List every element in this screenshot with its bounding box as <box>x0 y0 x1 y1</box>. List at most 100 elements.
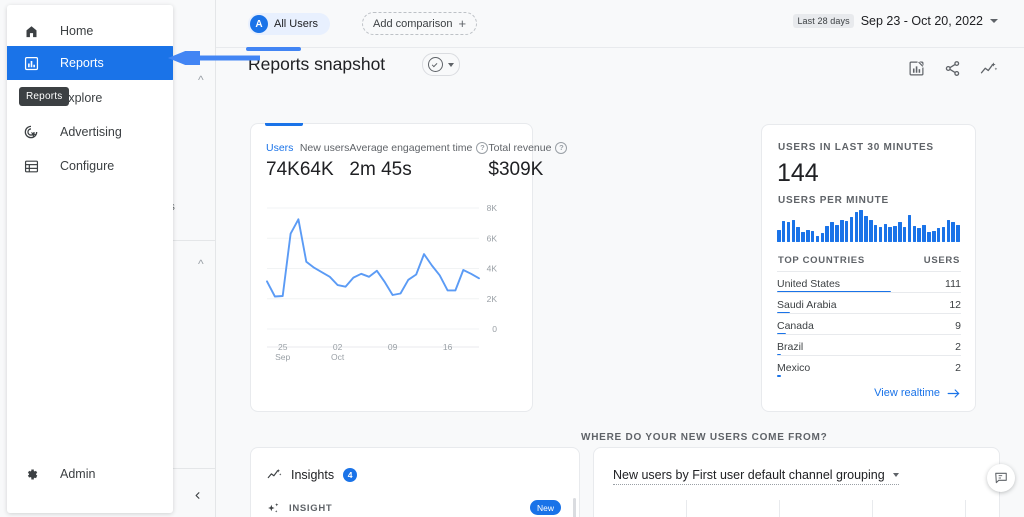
svg-text:2K: 2K <box>487 294 498 304</box>
date-range-value: Sep 23 - Oct 20, 2022 <box>860 14 983 28</box>
country-user-count: 111 <box>945 278 961 290</box>
sparkline-bar <box>873 224 878 242</box>
new-users-by-channel-card: New users by First user default channel … <box>593 447 1000 517</box>
edit-comparison-icon[interactable] <box>907 59 926 78</box>
sparkline-bar <box>859 210 863 242</box>
nav-label: Configure <box>60 159 115 173</box>
svg-text:6K: 6K <box>487 233 498 243</box>
metric-value: 64K <box>299 159 334 180</box>
view-realtime-label: View realtime <box>874 387 940 399</box>
top-country-row[interactable]: United States 111 <box>777 271 961 293</box>
sparkline-bar <box>844 221 849 242</box>
metric-users[interactable]: Users 74K <box>266 142 300 181</box>
metric-total-revenue[interactable]: Total revenue ? $309K <box>488 142 568 181</box>
insights-title: Insights <box>291 467 335 482</box>
collapse-navigation-button[interactable] <box>182 480 212 510</box>
sparkline-bar <box>810 230 815 242</box>
sparkline-bar <box>878 227 883 242</box>
realtime-card: USERS IN LAST 30 MINUTES 144 USERS PER M… <box>761 124 976 412</box>
top-country-row[interactable]: Mexico 2 <box>777 355 961 377</box>
country-name: Canada <box>777 320 814 332</box>
page-title: Reports snapshot <box>248 54 386 74</box>
svg-text:8K: 8K <box>487 203 498 213</box>
country-name: Mexico <box>777 362 811 374</box>
metric-label: Users <box>266 142 294 154</box>
users-col-label: USERS <box>923 255 960 266</box>
top-country-row[interactable]: Brazil 2 <box>777 334 961 356</box>
share-icon[interactable] <box>943 59 962 78</box>
sparkline-bar <box>932 230 936 242</box>
x-axis-tick-label: 16 <box>442 342 453 352</box>
top-country-row[interactable]: Canada 9 <box>777 313 961 335</box>
view-realtime-link[interactable]: View realtime <box>874 387 961 399</box>
metric-value: $309K <box>488 159 544 180</box>
date-range-badge: Last 28 days <box>793 14 854 28</box>
gridline <box>872 500 873 517</box>
chevron-down-icon <box>990 19 998 23</box>
sparkline-bar <box>956 224 960 242</box>
sparkline-bar <box>864 216 868 242</box>
nav-item-advertising[interactable]: Advertising <box>7 115 122 149</box>
info-icon[interactable]: ? <box>476 142 489 154</box>
sparkline-bar <box>781 221 786 242</box>
sparkline-bar <box>888 227 892 242</box>
metric-value: 74K <box>266 159 300 180</box>
metric-value: 2m 45s <box>349 159 412 180</box>
chevron-up-icon[interactable]: ^ <box>198 74 204 86</box>
channel-dimension-selector[interactable]: New users by First user default channel … <box>613 468 899 485</box>
sparkline-bar <box>854 212 859 242</box>
sparkline-bar <box>927 232 931 242</box>
sparkle-icon <box>268 503 279 513</box>
feedback-button[interactable] <box>987 464 1015 492</box>
country-user-count: 9 <box>955 320 961 332</box>
sparkline-bar <box>786 222 791 242</box>
users-per-minute-sparkline <box>777 210 960 242</box>
audience-chip-all-users[interactable]: A All Users <box>248 13 331 35</box>
home-icon <box>21 24 41 39</box>
nav-label: Admin <box>60 467 96 481</box>
users-line-chart[interactable]: 0 2K 4K 6K 8K <box>251 196 534 356</box>
sparkline-bar <box>946 219 951 242</box>
insights-scrollbar[interactable] <box>573 498 576 517</box>
report-actions <box>907 59 998 78</box>
x-axis-labels: 25 Sep 02 Oct 09 16 <box>251 342 534 372</box>
country-user-count: 2 <box>955 341 961 353</box>
insights-icon[interactable] <box>979 59 998 78</box>
sparkline-bar <box>912 226 917 242</box>
nav-item-home[interactable]: Home <box>7 14 93 48</box>
realtime-heading: USERS IN LAST 30 MINUTES <box>778 142 934 153</box>
main-content: A All Users Add comparison + Last 28 day… <box>216 0 1024 517</box>
channel-card-title: New users by First user default channel … <box>613 468 885 482</box>
insights-count-badge: 4 <box>343 467 358 482</box>
insight-row-label: INSIGHT <box>289 503 333 514</box>
info-icon[interactable]: ? <box>555 142 568 154</box>
sparkline-bar <box>898 222 902 242</box>
metric-label-wrap: Total revenue ? <box>488 142 568 154</box>
add-comparison-label: Add comparison <box>373 17 453 30</box>
metric-new-users[interactable]: New users 64K <box>300 142 350 181</box>
sparkline-bar <box>883 223 888 242</box>
analytics-app: ^ es ^ A All Users Add comparison + Last… <box>0 0 1024 517</box>
top-country-row[interactable]: Saudi Arabia 12 <box>777 292 961 314</box>
add-comparison-button[interactable]: Add comparison + <box>362 12 478 35</box>
metric-avg-engagement-time[interactable]: Average engagement time ? 2m 45s <box>349 142 489 181</box>
country-user-count: 2 <box>955 362 961 374</box>
sparkline-bar <box>835 224 839 242</box>
sparkline-bar <box>917 228 922 242</box>
insight-list-item[interactable]: INSIGHT <box>267 502 565 515</box>
chevron-up-icon-2[interactable]: ^ <box>198 258 204 270</box>
save-report-button[interactable] <box>422 53 460 76</box>
metric-label: New users <box>299 142 350 154</box>
sparkline-bar <box>907 214 912 242</box>
top-countries-header: TOP COUNTRIES USERS <box>778 255 960 266</box>
country-share-bar <box>777 375 781 377</box>
sparkline-bar <box>806 229 810 242</box>
nav-item-configure[interactable]: Configure <box>7 149 114 183</box>
bar-chart-icon <box>21 56 41 71</box>
date-range-selector[interactable]: Last 28 days Sep 23 - Oct 20, 2022 <box>793 14 998 28</box>
top-countries-label: TOP COUNTRIES <box>778 255 865 266</box>
nav-item-admin[interactable]: Admin <box>7 457 95 491</box>
sparkline-bar <box>820 233 825 242</box>
insights-header[interactable]: Insights 4 <box>267 467 358 482</box>
nav-item-reports[interactable]: Reports <box>7 46 173 80</box>
